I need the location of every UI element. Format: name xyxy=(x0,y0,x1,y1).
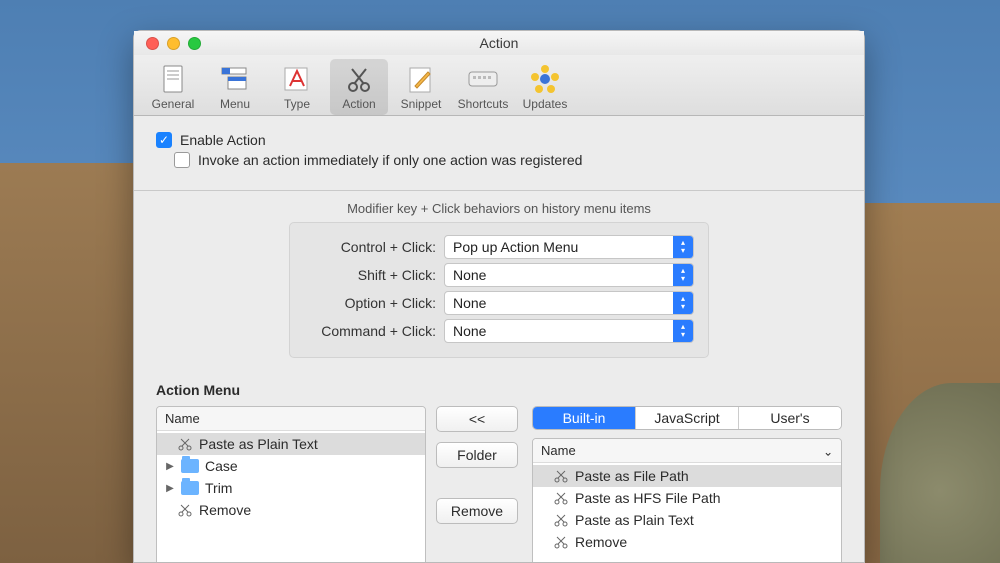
page-icon xyxy=(157,63,189,95)
item-label: Remove xyxy=(575,534,627,550)
list-item[interactable]: Paste as Plain Text xyxy=(533,509,841,531)
button-label: Remove xyxy=(451,503,503,519)
tab-menu[interactable]: Menu xyxy=(206,59,264,115)
tab-builtin[interactable]: Built-in xyxy=(533,407,636,429)
item-label: Paste as HFS File Path xyxy=(575,490,721,506)
preferences-window: Action General Menu Type xyxy=(133,30,865,563)
column-header: Name xyxy=(541,443,576,458)
list-header[interactable]: Name xyxy=(533,439,841,463)
select-value: None xyxy=(453,295,486,311)
shift-click-label: Shift + Click: xyxy=(304,267,444,283)
menu-icon xyxy=(219,63,251,95)
list-item[interactable]: Remove xyxy=(157,499,425,521)
chevron-updown-icon: ▴▾ xyxy=(673,236,693,258)
select-value: None xyxy=(453,323,486,339)
control-click-label: Control + Click: xyxy=(304,239,444,255)
scissors-icon xyxy=(553,469,569,483)
list-header[interactable]: Name xyxy=(157,407,425,431)
folder-button[interactable]: Folder xyxy=(436,442,518,468)
folder-icon xyxy=(181,481,199,495)
list-item[interactable]: Paste as File Path xyxy=(533,465,841,487)
tab-javascript[interactable]: JavaScript xyxy=(636,407,739,429)
tab-label: Action xyxy=(342,97,375,111)
pencil-icon xyxy=(405,63,437,95)
chevron-updown-icon: ▴▾ xyxy=(673,292,693,314)
action-menu-heading: Action Menu xyxy=(156,382,842,398)
tab-snippet[interactable]: Snippet xyxy=(392,59,450,115)
tab-label: Shortcuts xyxy=(458,97,509,111)
titlebar: Action xyxy=(134,31,864,55)
tab-general[interactable]: General xyxy=(144,59,202,115)
enable-action-checkbox[interactable] xyxy=(156,132,172,148)
scissors-icon xyxy=(553,513,569,527)
item-label: Paste as File Path xyxy=(575,468,689,484)
control-click-select[interactable]: Pop up Action Menu ▴▾ xyxy=(444,235,694,259)
tab-label: Menu xyxy=(220,97,250,111)
window-title: Action xyxy=(134,35,864,51)
scissors-icon xyxy=(177,437,193,451)
tab-label: Built-in xyxy=(563,410,606,426)
button-label: Folder xyxy=(457,447,497,463)
tab-label: General xyxy=(152,97,195,111)
disclosure-triangle-icon[interactable]: ▶ xyxy=(165,461,175,472)
keyboard-icon xyxy=(467,63,499,95)
toolbar: General Menu Type Action xyxy=(134,55,864,116)
list-item[interactable]: Remove xyxy=(533,531,841,553)
molecule-icon xyxy=(529,63,561,95)
folder-icon xyxy=(181,459,199,473)
select-value: None xyxy=(453,267,486,283)
list-item[interactable]: Paste as Plain Text xyxy=(157,433,425,455)
tab-updates[interactable]: Updates xyxy=(516,59,574,115)
item-label: Paste as Plain Text xyxy=(199,436,318,452)
action-menu-list[interactable]: Name Paste as Plain Text ▶ xyxy=(156,406,426,562)
item-label: Trim xyxy=(205,480,232,496)
action-source-tabs: Built-in JavaScript User's xyxy=(532,406,842,430)
chevron-updown-icon: ▴▾ xyxy=(673,264,693,286)
list-item[interactable]: ▶ Trim xyxy=(157,477,425,499)
content-area: Enable Action Invoke an action immediate… xyxy=(134,116,864,562)
invoke-immediate-label: Invoke an action immediately if only one… xyxy=(198,152,582,168)
remove-button[interactable]: Remove xyxy=(436,498,518,524)
scissors-icon xyxy=(343,63,375,95)
type-icon xyxy=(281,63,313,95)
enable-action-label: Enable Action xyxy=(180,132,266,148)
tab-label: Snippet xyxy=(401,97,442,111)
list-item[interactable]: Paste as HFS File Path xyxy=(533,487,841,509)
item-label: Case xyxy=(205,458,238,474)
chevron-updown-icon: ▴▾ xyxy=(673,320,693,342)
button-label: << xyxy=(469,411,485,427)
tab-label: JavaScript xyxy=(654,410,719,426)
disclosure-triangle-icon[interactable]: ▶ xyxy=(165,483,175,494)
tab-label: Updates xyxy=(523,97,568,111)
command-click-select[interactable]: None ▴▾ xyxy=(444,319,694,343)
invoke-immediate-checkbox[interactable] xyxy=(174,152,190,168)
select-value: Pop up Action Menu xyxy=(453,239,578,255)
option-click-select[interactable]: None ▴▾ xyxy=(444,291,694,315)
sort-caret-icon[interactable] xyxy=(823,443,833,458)
option-click-label: Option + Click: xyxy=(304,295,444,311)
scissors-icon xyxy=(553,491,569,505)
scissors-icon xyxy=(553,535,569,549)
modifier-section-title: Modifier key + Click behaviors on histor… xyxy=(134,201,864,216)
scissors-icon xyxy=(177,503,193,517)
tab-users[interactable]: User's xyxy=(739,407,841,429)
list-item[interactable]: ▶ Case xyxy=(157,455,425,477)
tab-shortcuts[interactable]: Shortcuts xyxy=(454,59,512,115)
command-click-label: Command + Click: xyxy=(304,323,444,339)
column-header: Name xyxy=(165,411,200,426)
tab-label: Type xyxy=(284,97,310,111)
tab-action[interactable]: Action xyxy=(330,59,388,115)
tab-type[interactable]: Type xyxy=(268,59,326,115)
item-label: Paste as Plain Text xyxy=(575,512,694,528)
tab-label: User's xyxy=(770,410,809,426)
available-actions-list[interactable]: Name Paste as File Path Paste as HFS Fil… xyxy=(532,438,842,562)
modifier-grid: Control + Click: Pop up Action Menu ▴▾ S… xyxy=(289,222,709,358)
shift-click-select[interactable]: None ▴▾ xyxy=(444,263,694,287)
item-label: Remove xyxy=(199,502,251,518)
move-left-button[interactable]: << xyxy=(436,406,518,432)
